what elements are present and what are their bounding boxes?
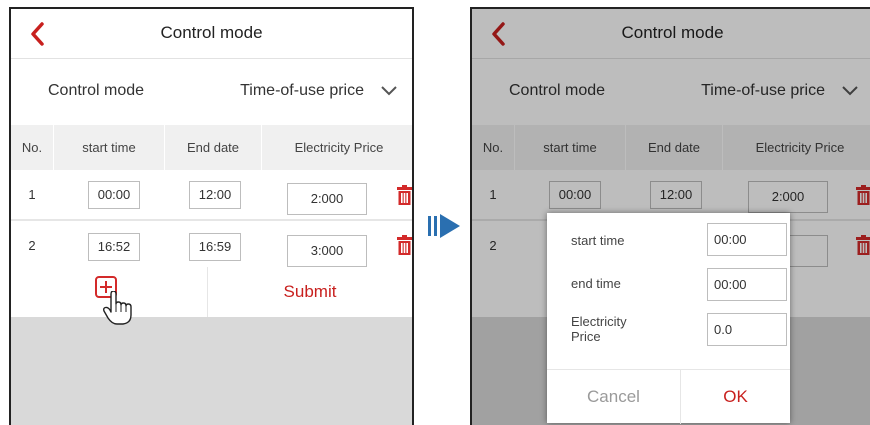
header-start-time: start time bbox=[82, 140, 136, 155]
control-mode-row[interactable]: Control mode Time-of-use price bbox=[11, 59, 412, 125]
title-bar: Control mode bbox=[11, 9, 412, 59]
cancel-button[interactable]: Cancel bbox=[547, 370, 680, 424]
add-period-dialog: start time 00:00 end time 00:00 Electric… bbox=[547, 213, 790, 424]
trash-icon[interactable] bbox=[397, 185, 412, 205]
trash-icon[interactable] bbox=[397, 235, 412, 255]
table-row: 1 00:00 12:00 2:000 bbox=[11, 170, 412, 219]
start-time-field[interactable]: 00:00 bbox=[88, 181, 140, 209]
dialog-buttons: Cancel OK bbox=[547, 369, 790, 424]
chevron-down-icon[interactable] bbox=[380, 85, 398, 97]
control-mode-label: Control mode bbox=[48, 82, 145, 99]
header-electricity-price: Electricity Price bbox=[294, 140, 384, 155]
end-date-field[interactable]: 12:00 bbox=[189, 181, 241, 209]
start-time-field[interactable]: 16:52 bbox=[88, 233, 140, 261]
submit-button[interactable]: Submit bbox=[208, 267, 412, 317]
price-field[interactable]: 2:000 bbox=[287, 183, 367, 215]
table-header: No. start time End date Electricity Pric… bbox=[11, 125, 412, 170]
end-date-field[interactable]: 16:59 bbox=[189, 233, 241, 261]
end-time-label: end time bbox=[571, 276, 621, 291]
footer-actions: Submit bbox=[11, 267, 412, 325]
dialog-start-time-input[interactable]: 00:00 bbox=[707, 223, 787, 256]
ok-button[interactable]: OK bbox=[681, 370, 790, 424]
page-title: Control mode bbox=[160, 23, 263, 42]
control-mode-value[interactable]: Time-of-use price bbox=[240, 82, 364, 100]
row-number: 2 bbox=[28, 238, 36, 253]
arrow-right-icon bbox=[428, 214, 460, 238]
start-time-label: start time bbox=[571, 233, 625, 248]
header-end-date: End date bbox=[186, 140, 240, 155]
header-no: No. bbox=[21, 140, 43, 155]
hand-pointer-icon bbox=[103, 291, 132, 325]
table-row: 2 16:52 16:59 3:000 bbox=[11, 221, 412, 270]
row-number: 1 bbox=[28, 187, 36, 202]
right-screen: Control mode Control mode Time-of-use pr… bbox=[470, 7, 870, 425]
electricity-price-label: Electricity Price bbox=[571, 314, 627, 344]
dialog-price-input[interactable]: 0.0 bbox=[707, 313, 787, 346]
price-field[interactable]: 3:000 bbox=[287, 235, 367, 267]
left-screen: Control mode Control mode Time-of-use pr… bbox=[9, 7, 414, 425]
dialog-end-time-input[interactable]: 00:00 bbox=[707, 268, 787, 301]
